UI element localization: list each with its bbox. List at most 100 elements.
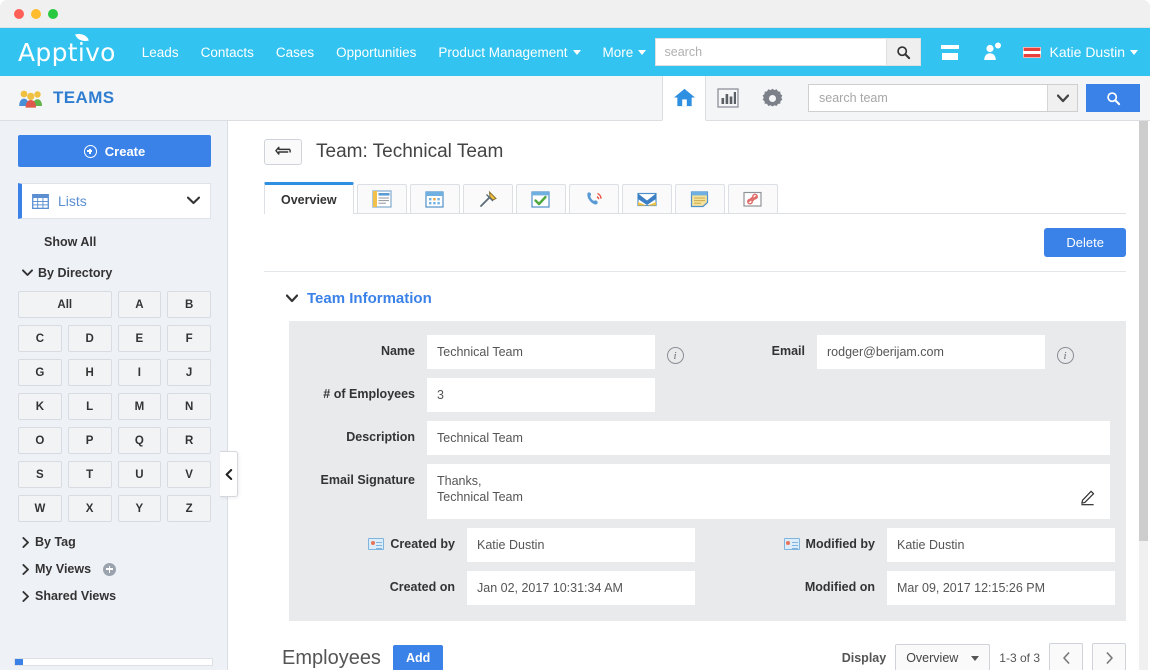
field-email: Email rodger@berijam.com	[695, 335, 1045, 369]
directory-filter-l[interactable]: L	[68, 393, 112, 420]
description-value[interactable]: Technical Team	[427, 421, 1110, 455]
back-button[interactable]	[264, 139, 302, 165]
directory-filter-i[interactable]: I	[118, 359, 162, 386]
team-information-section-header[interactable]: Team Information	[286, 290, 1126, 307]
reports-button[interactable]	[706, 76, 750, 121]
description-label: Description	[305, 421, 415, 444]
directory-filter-d[interactable]: D	[68, 325, 112, 352]
directory-filter-x[interactable]: X	[68, 495, 112, 522]
tab-tasks[interactable]	[516, 184, 566, 213]
directory-filter-w[interactable]: W	[18, 495, 62, 522]
nav-item-leads[interactable]: Leads	[142, 45, 179, 60]
nav-label: Product Management	[438, 45, 567, 60]
tab-attachments[interactable]	[728, 184, 778, 213]
directory-filter-p[interactable]: P	[68, 427, 112, 454]
tab-overview[interactable]: Overview	[264, 182, 354, 214]
form-row-description: Description Technical Team	[305, 421, 1110, 455]
home-button[interactable]	[662, 76, 706, 121]
team-search-input[interactable]	[809, 85, 1047, 111]
modified-by-value[interactable]: Katie Dustin	[887, 528, 1115, 562]
directory-filter-c[interactable]: C	[18, 325, 62, 352]
next-page-button[interactable]	[1092, 643, 1126, 670]
employees-value[interactable]: 3	[427, 378, 655, 412]
apps-store-button[interactable]	[939, 42, 961, 62]
tab-pushpin[interactable]	[463, 184, 513, 213]
create-button[interactable]: Create	[18, 135, 211, 167]
directory-filter-j[interactable]: J	[167, 359, 211, 386]
created-on-value[interactable]: Jan 02, 2017 10:31:34 AM	[467, 571, 695, 605]
sidebar-item-show-all[interactable]: Show All	[44, 235, 211, 249]
email-label: Email	[695, 335, 805, 358]
modified-on-value[interactable]: Mar 09, 2017 12:15:26 PM	[887, 571, 1115, 605]
directory-filter-k[interactable]: K	[18, 393, 62, 420]
add-employee-button[interactable]: Add	[393, 645, 443, 670]
tab-notes-card[interactable]	[357, 184, 407, 213]
name-value[interactable]: Technical Team	[427, 335, 655, 369]
user-menu[interactable]: Katie Dustin	[1023, 44, 1138, 60]
main-vertical-scrollbar[interactable]	[1139, 121, 1148, 670]
store-icon	[939, 42, 961, 62]
sidebar-collapse-button[interactable]	[220, 451, 238, 497]
info-icon[interactable]: i	[667, 347, 684, 364]
add-view-icon[interactable]	[103, 563, 116, 576]
tab-calls[interactable]	[569, 184, 619, 213]
team-search-submit-button[interactable]	[1086, 84, 1140, 112]
directory-filter-q[interactable]: Q	[118, 427, 162, 454]
tab-emails[interactable]	[622, 184, 672, 213]
directory-filter-f[interactable]: F	[167, 325, 211, 352]
modified-on-label: Modified on	[725, 571, 875, 594]
close-window-button[interactable]	[14, 9, 24, 19]
directory-filter-m[interactable]: M	[118, 393, 162, 420]
directory-filter-n[interactable]: N	[167, 393, 211, 420]
sidebar-group-shared-views[interactable]: Shared Views	[22, 589, 211, 603]
sidebar-group-my-views[interactable]: My Views	[22, 562, 211, 576]
directory-filter-g[interactable]: G	[18, 359, 62, 386]
edit-signature-button[interactable]	[1079, 473, 1100, 510]
sidebar-group-by-directory[interactable]: By Directory	[22, 266, 211, 280]
tab-calendar[interactable]	[410, 184, 460, 213]
directory-filter-b[interactable]: B	[167, 291, 211, 318]
nav-item-contacts[interactable]: Contacts	[201, 45, 254, 60]
directory-filter-r[interactable]: R	[167, 427, 211, 454]
global-search-button[interactable]	[886, 39, 920, 65]
delete-button[interactable]: Delete	[1044, 228, 1126, 257]
settings-button[interactable]	[750, 76, 794, 121]
directory-filter-v[interactable]: V	[167, 461, 211, 488]
global-search-input[interactable]	[656, 39, 886, 65]
minimize-window-button[interactable]	[31, 9, 41, 19]
directory-filter-o[interactable]: O	[18, 427, 62, 454]
team-search-dropdown-button[interactable]	[1047, 85, 1077, 111]
nav-item-cases[interactable]: Cases	[276, 45, 314, 60]
display-select[interactable]: Overview	[895, 644, 990, 670]
signature-value[interactable]: Thanks, Technical Team	[437, 473, 523, 505]
directory-filter-t[interactable]: T	[68, 461, 112, 488]
nav-item-product-management[interactable]: Product Management	[438, 45, 580, 60]
directory-filter-a[interactable]: A	[118, 291, 162, 318]
info-icon[interactable]: i	[1057, 347, 1074, 364]
tab-notes[interactable]	[675, 184, 725, 213]
nav-item-opportunities[interactable]: Opportunities	[336, 45, 416, 60]
lists-selector[interactable]: Lists	[18, 183, 211, 219]
lists-label: Lists	[58, 193, 87, 209]
directory-filter-e[interactable]: E	[118, 325, 162, 352]
team-information-panel: Name Technical Team i Email rodger@berij…	[289, 321, 1126, 621]
field-description: Description Technical Team	[305, 421, 1110, 455]
sidebar-horizontal-scrollbar[interactable]	[14, 658, 213, 666]
directory-filter-u[interactable]: U	[118, 461, 162, 488]
chevron-down-icon	[187, 192, 200, 210]
previous-page-button[interactable]	[1049, 643, 1083, 670]
directory-filter-y[interactable]: Y	[118, 495, 162, 522]
nav-item-more[interactable]: More	[603, 45, 647, 60]
display-label: Display	[842, 651, 886, 665]
directory-filter-h[interactable]: H	[68, 359, 112, 386]
directory-filter-all[interactable]: All	[18, 291, 112, 318]
field-email-signature: Email Signature Thanks, Technical Team	[305, 464, 1110, 519]
apptivo-logo[interactable]: Apptivo	[18, 38, 116, 67]
directory-filter-s[interactable]: S	[18, 461, 62, 488]
email-value[interactable]: rodger@berijam.com	[817, 335, 1045, 369]
created-by-value[interactable]: Katie Dustin	[467, 528, 695, 562]
add-user-button[interactable]	[981, 41, 1003, 63]
sidebar-group-by-tag[interactable]: By Tag	[22, 535, 211, 549]
directory-filter-z[interactable]: Z	[167, 495, 211, 522]
maximize-window-button[interactable]	[48, 9, 58, 19]
